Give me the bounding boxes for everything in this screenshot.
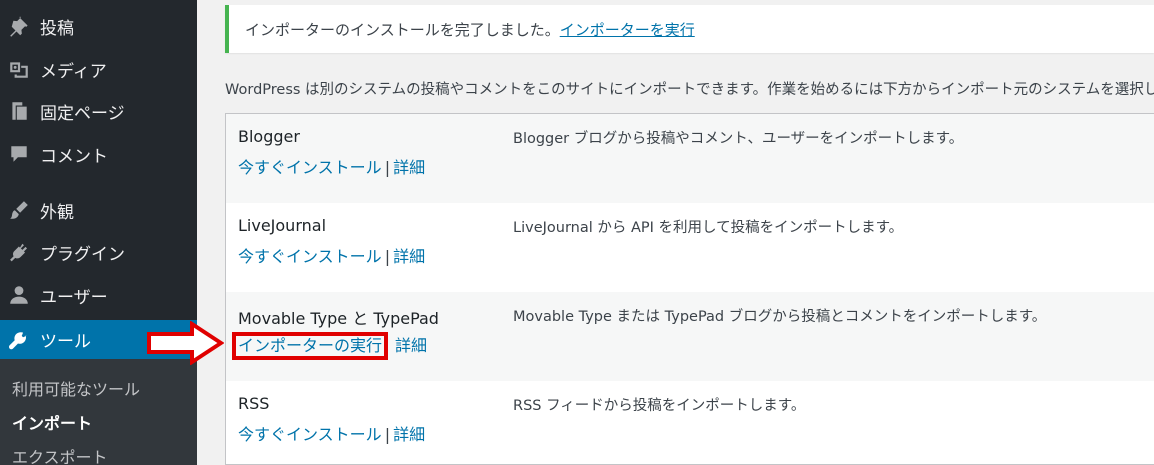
action-separator: | (384, 158, 391, 177)
table-row: RSS 今すぐインストール | 詳細 RSS フィードから投稿をインポートします。 (226, 381, 1154, 465)
admin-sidebar: 投稿 メディア 固定ページ コメント 外観 プラグイン ユーザー ツール 利用可… (0, 0, 197, 465)
importer-description: LiveJournal から API を利用して投稿をインポートします。 (513, 220, 904, 236)
table-row: Blogger 今すぐインストール | 詳細 Blogger ブログから投稿やコメン… (226, 114, 1154, 203)
install-now-link[interactable]: 今すぐインストール (238, 158, 382, 177)
install-now-link[interactable]: 今すぐインストール (238, 425, 382, 444)
wrench-icon (6, 327, 32, 353)
user-icon (6, 282, 32, 308)
importer-name: RSS (238, 394, 270, 413)
importer-actions: 今すぐインストール | 詳細 (238, 421, 425, 445)
tools-submenu: 利用可能なツール インポート エクスポート (0, 359, 197, 465)
sidebar-item-users[interactable]: ユーザー (0, 277, 197, 313)
importer-description: Movable Type または TypePad ブログから投稿とコメントをイン… (513, 309, 1047, 325)
comment-icon (6, 141, 32, 167)
sidebar-item-label: 固定ページ (40, 103, 125, 124)
details-link[interactable]: 詳細 (393, 158, 425, 177)
table-row: LiveJournal 今すぐインストール | 詳細 LiveJournal から … (226, 203, 1154, 292)
sidebar-item-media[interactable]: メディア (0, 51, 197, 87)
importer-name: Movable Type と TypePad (238, 309, 439, 328)
importer-actions: インポーターの実行 詳細 (232, 332, 427, 360)
sidebar-item-posts[interactable]: 投稿 (0, 8, 197, 44)
pushpin-icon (6, 13, 32, 39)
plugin-icon (6, 239, 32, 265)
notice-text: インポーターのインストールを完了しました。 (245, 20, 560, 39)
intro-text: WordPress は別のシステムの投稿やコメントをこのサイトにインポートできま… (225, 82, 1154, 98)
submenu-item-available-tools[interactable]: 利用可能なツール (12, 376, 140, 400)
action-separator: | (384, 247, 391, 266)
sidebar-item-appearance[interactable]: 外観 (0, 192, 197, 228)
table-row: Movable Type と TypePad インポーターの実行 詳細 Movab… (226, 292, 1154, 381)
sidebar-item-label: 外観 (40, 202, 74, 223)
importer-actions: 今すぐインストール | 詳細 (238, 154, 425, 178)
sidebar-item-label: プラグイン (40, 244, 125, 265)
media-icon (6, 56, 32, 82)
importer-actions: 今すぐインストール | 詳細 (238, 243, 425, 267)
sidebar-item-comments[interactable]: コメント (0, 136, 197, 172)
importer-name: Blogger (238, 127, 300, 146)
main-content: インポーターのインストールを完了しました。 インポーターを実行 WordPres… (197, 0, 1154, 465)
run-importer-link[interactable]: インポーターを実行 (560, 19, 695, 40)
details-link[interactable]: 詳細 (395, 336, 427, 355)
sidebar-item-label: ユーザー (40, 287, 108, 308)
importer-name: LiveJournal (238, 216, 327, 235)
page-icon (6, 98, 32, 124)
importers-table: Blogger 今すぐインストール | 詳細 Blogger ブログから投稿やコメン… (225, 113, 1154, 465)
sidebar-item-label: ツール (40, 332, 91, 352)
highlight-box: インポーターの実行 (232, 332, 389, 360)
sidebar-item-label: 投稿 (40, 18, 74, 39)
run-importer-row-link[interactable]: インポーターの実行 (238, 336, 382, 355)
details-link[interactable]: 詳細 (393, 425, 425, 444)
sidebar-item-label: コメント (40, 146, 108, 167)
details-link[interactable]: 詳細 (393, 247, 425, 266)
sidebar-item-label: メディア (40, 61, 107, 82)
submenu-item-import[interactable]: インポート (12, 410, 92, 434)
importer-description: RSS フィードから投稿をインポートします。 (513, 398, 806, 414)
importer-description: Blogger ブログから投稿やコメント、ユーザーをインポートします。 (513, 131, 964, 147)
action-separator: | (384, 425, 391, 444)
brush-icon (6, 197, 32, 223)
sidebar-item-plugins[interactable]: プラグイン (0, 234, 197, 270)
submenu-item-export[interactable]: エクスポート (12, 444, 108, 465)
annotation-arrow-icon (147, 321, 224, 365)
install-now-link[interactable]: 今すぐインストール (238, 247, 382, 266)
success-notice: インポーターのインストールを完了しました。 インポーターを実行 (225, 5, 1154, 53)
sidebar-item-pages[interactable]: 固定ページ (0, 93, 197, 129)
